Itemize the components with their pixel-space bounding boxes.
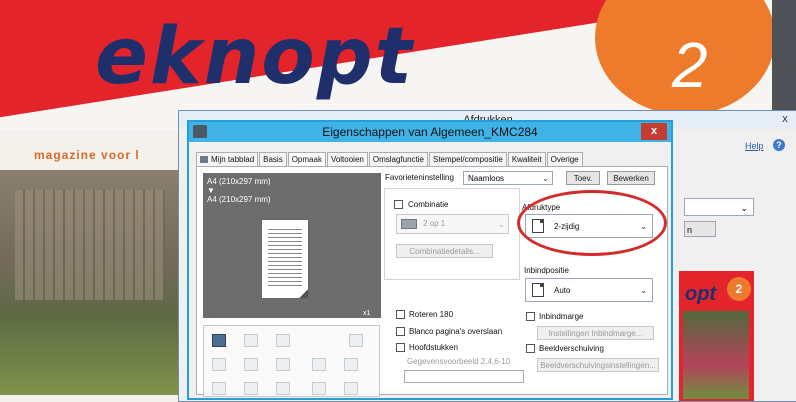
printer-select[interactable]: ⌄ (684, 198, 754, 216)
paper-size-label: A4 (210x297 mm) (207, 177, 271, 186)
preview-badge: 2 (727, 277, 751, 301)
edit-favorite-button[interactable]: Bewerken (607, 171, 655, 185)
binding-value: Auto (554, 286, 571, 295)
add-favorite-button[interactable]: Toev. (566, 171, 600, 185)
tab-overige[interactable]: Overige (546, 152, 583, 166)
two-up-icon (401, 219, 417, 229)
margin-checkbox[interactable] (526, 312, 535, 321)
margin-settings-button[interactable]: Instellingen Inbindmarge... (537, 326, 654, 340)
skip-blank-label: Blanco pagina's overslaan (409, 327, 503, 336)
print-preview: opt 2 (679, 271, 754, 401)
margin-label: Inbindmarge (539, 312, 584, 321)
background-photo (0, 170, 180, 395)
grid-icon[interactable] (312, 382, 326, 395)
combination-checkbox[interactable] (394, 200, 403, 209)
printer-output-icon[interactable] (212, 334, 226, 347)
help-icon[interactable]: ? (773, 139, 785, 151)
dialog-title: Eigenschappen van Algemeen_KMC284 (322, 125, 538, 139)
dialog-title-bar: Eigenschappen van Algemeen_KMC284 x (189, 122, 671, 142)
combination-label: Combinatie (408, 200, 449, 209)
shift-settings-button[interactable]: Beeldverschuivingsinstellingen... (537, 358, 659, 372)
chapters-checkbox[interactable] (396, 343, 405, 352)
rotate-icon[interactable] (276, 382, 290, 395)
chevron-down-icon: ⌄ (640, 286, 647, 295)
preview-logo: opt (685, 283, 717, 305)
favorites-label: Favorieteninstelling (385, 173, 454, 182)
eraser-icon[interactable] (344, 358, 358, 371)
chevron-down-icon: ⌄ (542, 174, 549, 183)
rotate-checkbox[interactable] (396, 310, 405, 319)
booklet-icon[interactable] (244, 358, 258, 371)
chevron-down-icon: ⌄ (498, 220, 505, 229)
page-icon[interactable] (212, 382, 226, 395)
close-button[interactable]: x (641, 123, 667, 140)
magazine-logo: eknopt (95, 12, 415, 102)
preview-image (683, 311, 749, 399)
tab-stempel[interactable]: Stempel/compositie (429, 152, 507, 166)
text-icon[interactable] (276, 358, 290, 371)
user-icon (200, 156, 208, 163)
properties-button[interactable]: n (684, 221, 716, 237)
favorites-select[interactable]: Naamloos ⌄ (463, 171, 553, 185)
page-fold-icon (299, 289, 308, 298)
chapters-input[interactable] (404, 370, 524, 383)
output-size-label: A4 (210x297 mm) (207, 195, 271, 204)
favorites-value: Naamloos (468, 174, 505, 183)
close-icon[interactable]: x (775, 112, 795, 127)
paper-preview: A4 (210x297 mm) ▼ A4 (210x297 mm) x1 (203, 173, 381, 318)
tab-basis[interactable]: Basis (259, 152, 287, 166)
magazine-subtitle: magazine voor l (34, 148, 140, 162)
tab-bar: Mijn tabblad Basis Opmaak Voltooien Omsl… (196, 152, 584, 168)
arrow-down-icon: ▼ (207, 186, 215, 195)
binding-label: Inbindpositie (524, 266, 569, 275)
combination-value: 2 op 1 (423, 219, 446, 228)
combination-select[interactable]: 2 op 1 ⌄ (396, 214, 509, 234)
document-icon[interactable] (312, 358, 326, 371)
tab-voltooien[interactable]: Voltooien (326, 152, 368, 166)
rotate-label: Roteren 180 (409, 310, 454, 319)
settings-icon[interactable] (344, 382, 358, 395)
copy-count: x1 (363, 310, 371, 317)
skip-blank-checkbox[interactable] (396, 327, 405, 336)
combination-details-button[interactable]: Combinatiedetails... (396, 244, 493, 258)
combine-icon[interactable] (212, 358, 226, 371)
copy-icon[interactable] (276, 334, 290, 347)
quick-icons (203, 325, 380, 397)
shift-checkbox[interactable] (526, 344, 535, 353)
issue-number: 2 (672, 29, 708, 101)
multi-page-icon[interactable] (244, 382, 258, 395)
printer-icon (193, 125, 207, 138)
highlight-circle (517, 190, 667, 256)
chapters-label: Hoofdstukken (409, 343, 458, 352)
help-link[interactable]: Help (745, 141, 764, 151)
layout-icon[interactable] (349, 334, 363, 347)
shift-label: Beeldverschuiving (539, 344, 604, 353)
tab-mijn-tabblad[interactable]: Mijn tabblad (196, 152, 259, 166)
tab-omslagfunctie[interactable]: Omslagfunctie (368, 152, 428, 166)
tab-kwaliteit[interactable]: Kwaliteit (507, 152, 546, 166)
binding-icon (532, 283, 544, 297)
binding-select[interactable]: Auto ⌄ (525, 278, 653, 302)
page-preview (261, 219, 309, 299)
staple-icon[interactable] (244, 334, 258, 347)
page-lines (268, 226, 302, 286)
combination-group (384, 188, 520, 280)
chapters-hint: Gegevensvoorbeeld 2,4,6-10 (407, 357, 511, 366)
